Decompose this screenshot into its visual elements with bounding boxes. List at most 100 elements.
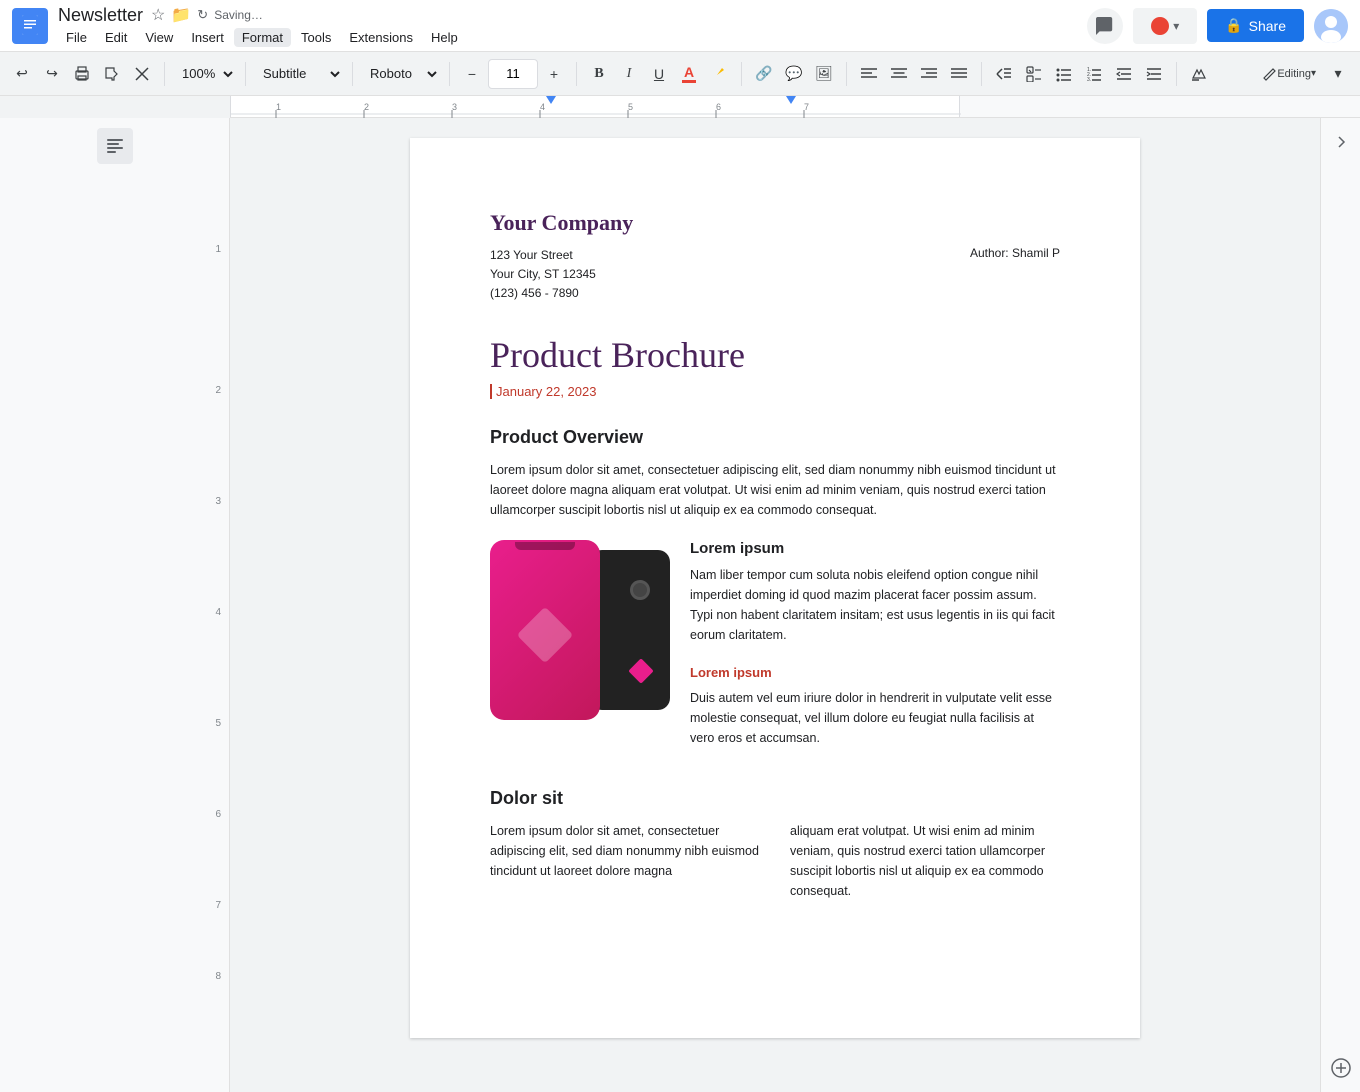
phone-front (490, 540, 600, 720)
right-panel (1320, 118, 1360, 1092)
divider-2 (245, 62, 246, 86)
svg-text:6: 6 (716, 102, 721, 112)
expand-toolbar-button[interactable]: ▾ (1324, 58, 1352, 90)
zoom-select[interactable]: 100% (173, 59, 237, 89)
increase-indent-button[interactable] (1140, 58, 1168, 90)
address-line2: Your City, ST 12345 (490, 265, 596, 284)
menu-extensions[interactable]: Extensions (341, 28, 421, 47)
svg-text:5: 5 (628, 102, 633, 112)
app-icon[interactable] (12, 8, 48, 44)
divider-6 (741, 62, 742, 86)
editing-mode-button[interactable]: Editing ▾ (1259, 58, 1320, 90)
menu-tools[interactable]: Tools (293, 28, 339, 47)
menu-edit[interactable]: Edit (97, 28, 135, 47)
divider-8 (981, 62, 982, 86)
lorem-link[interactable]: Lorem ipsum (690, 665, 1060, 680)
divider-1 (164, 62, 165, 86)
two-col-section: Lorem ipsum Nam liber tempor cum soluta … (490, 540, 1060, 768)
sync-icon[interactable]: ↻ (197, 7, 208, 23)
line-spacing-button[interactable] (990, 58, 1018, 90)
lorem-title: Lorem ipsum (690, 540, 1060, 557)
phone-screen-logo (517, 606, 574, 663)
page: Your Company 123 Your Street Your City, … (410, 138, 1140, 1038)
numbered-list-button[interactable]: 1.2.3. (1080, 58, 1108, 90)
ruler-inner: 1 2 3 4 5 6 7 (230, 96, 960, 117)
clear-all-button[interactable] (1185, 58, 1213, 90)
phone-screen (490, 550, 600, 720)
folder-icon[interactable]: 📁 (171, 5, 191, 25)
sidebar: 1 2 3 4 5 6 7 8 (0, 118, 230, 1092)
saving-status: Saving… (214, 8, 263, 22)
dolor-section: Dolor sit Lorem ipsum dolor sit amet, co… (490, 788, 1060, 901)
decrease-indent-button[interactable] (1110, 58, 1138, 90)
outline-icon[interactable] (97, 128, 133, 164)
dolor-heading: Dolor sit (490, 788, 1060, 809)
expand-right-button[interactable] (1327, 128, 1355, 156)
clear-formatting-button[interactable] (128, 58, 156, 90)
phone-illustration (490, 540, 670, 740)
divider-3 (352, 62, 353, 86)
doc-date: January 22, 2023 (490, 384, 1060, 399)
bullet-list-button[interactable] (1050, 58, 1078, 90)
share-button[interactable]: 🔒 Share (1207, 9, 1304, 42)
svg-text:3: 3 (452, 102, 457, 112)
svg-text:4: 4 (540, 102, 545, 112)
redo-button[interactable]: ↪ (38, 58, 66, 90)
align-justify-button[interactable] (945, 58, 973, 90)
print-button[interactable] (68, 58, 96, 90)
address-line3: (123) 456 - 7890 (490, 284, 596, 303)
text-color-button[interactable]: A (675, 58, 703, 90)
underline-button[interactable]: U (645, 58, 673, 90)
share-label: Share (1249, 18, 1286, 34)
ruler: 1 2 3 4 5 6 7 (230, 96, 1360, 118)
lock-icon: 🔒 (1225, 17, 1242, 34)
font-family-select[interactable]: Roboto (361, 59, 441, 89)
add-page-button[interactable] (1327, 1054, 1355, 1082)
highlight-button[interactable] (705, 58, 733, 90)
menu-file[interactable]: File (58, 28, 95, 47)
menu-insert[interactable]: Insert (183, 28, 232, 47)
undo-button[interactable]: ↩ (8, 58, 36, 90)
address-line1: 123 Your Street (490, 246, 596, 265)
dolor-col2: aliquam erat volutpat. Ut wisi enim ad m… (790, 821, 1060, 901)
bold-button[interactable]: B (585, 58, 613, 90)
author-text: Author: Shamil P (970, 246, 1060, 304)
divider-7 (846, 62, 847, 86)
star-icon[interactable]: ☆ (151, 5, 165, 25)
menu-help[interactable]: Help (423, 28, 466, 47)
paragraph-style-select[interactable]: Subtitle (254, 59, 344, 89)
font-increase-button[interactable]: + (540, 58, 568, 90)
link-button[interactable]: 🔗 (750, 58, 778, 90)
document-area[interactable]: Your Company 123 Your Street Your City, … (230, 118, 1320, 1092)
comment-button[interactable] (1087, 8, 1123, 44)
doc-title[interactable]: Newsletter (58, 5, 143, 26)
align-right-button[interactable] (915, 58, 943, 90)
company-name[interactable]: Your Company (490, 210, 1060, 236)
font-decrease-button[interactable]: − (458, 58, 486, 90)
comment-toolbar-button[interactable]: 💬 (780, 58, 808, 90)
svg-text:2: 2 (364, 102, 369, 112)
content-right: Lorem ipsum Nam liber tempor cum soluta … (690, 540, 1060, 768)
meet-button[interactable]: ▾ (1133, 8, 1197, 44)
italic-button[interactable]: I (615, 58, 643, 90)
menu-format[interactable]: Format (234, 28, 291, 47)
main-layout: 1 2 3 4 5 6 7 8 Your Company 123 Your St… (0, 118, 1360, 1092)
address-area: 123 Your Street Your City, ST 12345 (123… (490, 246, 1060, 304)
paint-format-button[interactable] (98, 58, 126, 90)
svg-text:3.: 3. (1087, 77, 1091, 82)
image-button[interactable]: 🖼 (810, 58, 838, 90)
lorem-link-body: Duis autem vel eum iriure dolor in hendr… (690, 688, 1060, 748)
svg-text:1: 1 (276, 102, 281, 112)
checklist-button[interactable] (1020, 58, 1048, 90)
divider-5 (576, 62, 577, 86)
menu-view[interactable]: View (137, 28, 181, 47)
font-size-input[interactable] (488, 59, 538, 89)
avatar[interactable] (1314, 9, 1348, 43)
top-bar: Newsletter ☆ 📁 ↻ Saving… File Edit View … (0, 0, 1360, 52)
svg-text:7: 7 (804, 102, 809, 112)
phone-back (590, 550, 670, 710)
main-title[interactable]: Product Brochure (490, 334, 1060, 376)
align-center-button[interactable] (885, 58, 913, 90)
align-left-button[interactable] (855, 58, 883, 90)
phone-logo (628, 658, 653, 683)
